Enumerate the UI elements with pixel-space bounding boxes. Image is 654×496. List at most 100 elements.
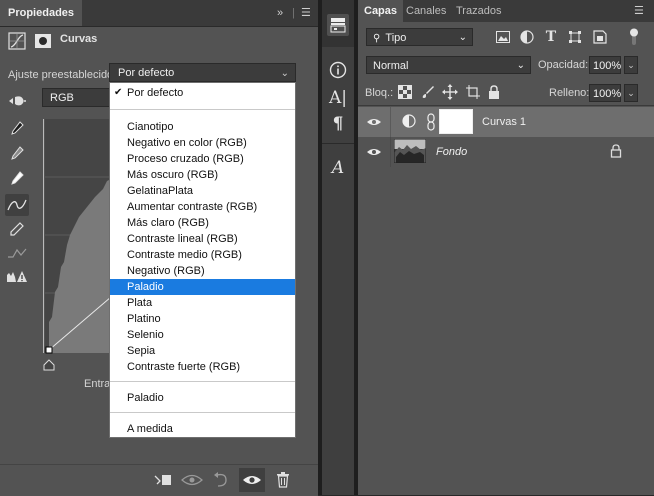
dropdown-item[interactable]: Platino xyxy=(110,311,295,327)
filter-adjustment-icon[interactable] xyxy=(518,29,536,45)
layer-name[interactable]: Curvas 1 xyxy=(482,116,526,128)
row-divider xyxy=(390,137,391,167)
collapse-icon[interactable]: » xyxy=(277,0,283,26)
pencil-icon[interactable] xyxy=(5,218,29,240)
visibility-eye-icon[interactable] xyxy=(239,468,265,492)
clip-to-layer-icon[interactable] xyxy=(150,468,176,492)
dropdown-item[interactable]: Contraste medio (RGB) xyxy=(110,247,295,263)
layer-row[interactable]: Curvas 1 xyxy=(358,107,654,137)
layers-tabbar: Capas Canales Trazados ☰ xyxy=(358,0,654,22)
dropdown-item[interactable]: Plata xyxy=(110,295,295,311)
chevron-down-icon: ⌄ xyxy=(458,32,467,43)
layer-visibility-eye-icon[interactable] xyxy=(366,145,382,159)
view-previous-icon[interactable] xyxy=(179,468,205,492)
dropdown-item[interactable]: Negativo en color (RGB) xyxy=(110,135,295,151)
layer-lock-icon xyxy=(610,144,622,158)
preset-select[interactable]: Por defecto ⌄ xyxy=(109,63,296,82)
dropdown-separator xyxy=(110,109,295,110)
opacity-label: Opacidad: xyxy=(538,59,589,71)
dropdown-item[interactable]: Cianotipo xyxy=(110,119,295,135)
tab-layers[interactable]: Capas xyxy=(358,0,404,22)
trash-icon[interactable] xyxy=(270,468,296,492)
filter-kind-value: Tipo xyxy=(385,32,407,44)
chain-link-icon[interactable] xyxy=(426,113,436,131)
adjustment-layer-icon xyxy=(402,114,416,128)
dropdown-item[interactable]: Negativo (RGB) xyxy=(110,263,295,279)
fill-dropdown-chevron-icon[interactable]: ⌄ xyxy=(624,84,638,102)
filter-type-icon[interactable]: T xyxy=(542,29,560,45)
search-icon: ⚲ xyxy=(373,33,381,44)
channel-select-value: RGB xyxy=(50,92,74,104)
dropdown-item[interactable]: Sepia xyxy=(110,343,295,359)
lock-artboard-icon[interactable] xyxy=(465,84,481,100)
black-point-slider[interactable] xyxy=(43,359,55,371)
hand-adjust-icon[interactable] xyxy=(5,90,29,112)
dropdown-item[interactable]: A medida xyxy=(110,421,295,437)
paragraph-icon[interactable]: ¶ xyxy=(322,110,354,138)
curve-edit-icon[interactable] xyxy=(5,194,29,216)
lock-image-pixels-icon[interactable] xyxy=(420,84,436,100)
input-label: Entra xyxy=(84,378,111,390)
row-divider xyxy=(390,107,391,137)
tab-channels[interactable]: Canales xyxy=(400,0,452,22)
reset-icon[interactable] xyxy=(208,468,234,492)
curve-graph[interactable] xyxy=(42,117,113,354)
eyedropper-black-icon[interactable] xyxy=(5,118,29,140)
dropdown-item-selected[interactable]: Paladio xyxy=(110,279,295,295)
mask-icon[interactable] xyxy=(32,30,54,52)
info-icon[interactable] xyxy=(322,56,354,84)
tab-divider: | xyxy=(292,7,295,19)
layer-visibility-eye-icon[interactable] xyxy=(366,115,382,129)
panel-menu-icon[interactable]: ☰ xyxy=(301,0,311,26)
filter-smart-object-icon[interactable] xyxy=(591,29,609,45)
tab-properties[interactable]: Propiedades xyxy=(0,0,83,26)
adjustment-title: Curvas xyxy=(60,33,98,45)
filter-pixel-icon[interactable] xyxy=(494,29,512,45)
dropdown-item[interactable]: GelatinaPlata xyxy=(110,183,295,199)
dropdown-item[interactable]: Selenio xyxy=(110,327,295,343)
blend-mode-select[interactable]: Normal ⌄ xyxy=(366,56,531,74)
dropdown-separator xyxy=(110,412,295,413)
lock-position-icon[interactable] xyxy=(442,84,458,100)
layer-name[interactable]: Fondo xyxy=(436,146,467,158)
glyphs-icon[interactable]: A xyxy=(322,154,354,182)
layers-divider xyxy=(358,105,654,106)
lock-transparent-pixels-icon[interactable] xyxy=(397,84,413,100)
fill-input[interactable]: 100% xyxy=(589,84,621,102)
clipping-warning-icon[interactable] xyxy=(5,265,29,287)
fill-label: Relleno: xyxy=(549,87,590,99)
preset-select-value: Por defecto xyxy=(118,67,175,79)
smooth-curve-icon[interactable] xyxy=(5,242,29,264)
dropdown-item[interactable]: Proceso cruzado (RGB) xyxy=(110,151,295,167)
properties-footer xyxy=(0,464,318,496)
filter-shape-icon[interactable] xyxy=(566,29,584,45)
properties-dock-icon[interactable] xyxy=(327,14,349,36)
checkmark-icon: ✔ xyxy=(114,87,123,98)
lock-label: Bloq.: xyxy=(365,87,394,99)
curves-adjustment-icon[interactable] xyxy=(6,30,28,52)
preset-dropdown: ✔ Por defecto Cianotipo Negativo en color… xyxy=(109,82,296,438)
properties-tabbar: Propiedades » | ☰ xyxy=(0,0,318,27)
filter-kind-select[interactable]: ⚲ Tipo ⌄ xyxy=(366,28,473,46)
dropdown-separator xyxy=(110,381,295,382)
filter-toggle-switch[interactable] xyxy=(629,28,639,46)
channel-select[interactable]: RGB xyxy=(42,88,112,107)
dropdown-item[interactable]: Más claro (RGB) xyxy=(110,215,295,231)
layer-mask-thumbnail[interactable] xyxy=(439,109,473,134)
layer-row[interactable]: Fondo xyxy=(358,137,654,167)
layer-thumbnail[interactable] xyxy=(393,138,427,164)
dropdown-item[interactable]: Contraste fuerte (RGB) xyxy=(110,359,295,375)
dropdown-item[interactable]: Más oscuro (RGB) xyxy=(110,167,295,183)
lock-all-icon[interactable] xyxy=(486,84,502,100)
opacity-input[interactable]: 100% xyxy=(589,56,621,74)
eyedropper-gray-icon[interactable] xyxy=(5,143,29,165)
opacity-dropdown-chevron-icon[interactable]: ⌄ xyxy=(624,56,638,74)
dropdown-item[interactable]: Aumentar contraste (RGB) xyxy=(110,199,295,215)
character-icon[interactable]: A| xyxy=(322,84,354,112)
dropdown-item[interactable]: Paladio xyxy=(110,390,295,406)
panel-menu-icon[interactable]: ☰ xyxy=(634,0,644,22)
eyedropper-white-icon[interactable] xyxy=(5,168,29,190)
tab-paths[interactable]: Trazados xyxy=(450,0,507,22)
dropdown-item[interactable]: Contraste lineal (RGB) xyxy=(110,231,295,247)
dropdown-item[interactable]: ✔ Por defecto xyxy=(110,85,295,101)
